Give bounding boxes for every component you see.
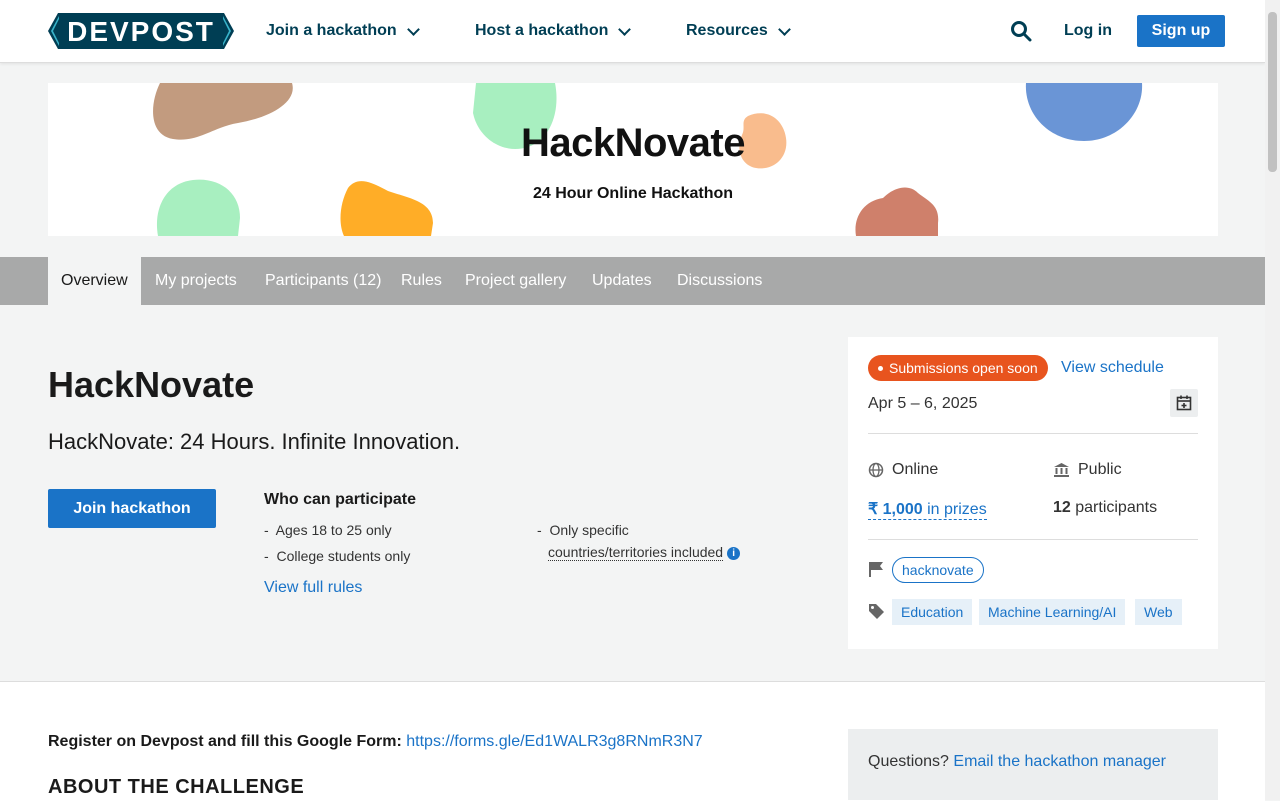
page-title: HackNovate (48, 364, 255, 405)
nav-join-hackathon[interactable]: Join a hackathon (266, 22, 420, 40)
host-tag[interactable]: hacknovate (892, 557, 984, 583)
status-badge: Submissions open soon (868, 355, 1048, 381)
chevron-down-icon (406, 22, 420, 36)
top-nav: DEVPOST Join a hackathon Host a hackatho… (0, 0, 1265, 63)
tab-my-projects[interactable]: My projects (155, 257, 237, 305)
signup-button[interactable]: Sign up (1137, 15, 1225, 47)
eligibility-item: - Only specific (537, 522, 629, 538)
login-link[interactable]: Log in (1064, 22, 1112, 40)
divider (868, 539, 1198, 540)
chevron-down-icon (777, 22, 791, 36)
globe-icon (868, 462, 884, 478)
nav-host-label: Host a hackathon (475, 22, 609, 39)
logo-text: DEVPOST (67, 16, 215, 47)
eligibility-item: - Ages 18 to 25 only (264, 522, 392, 538)
status-dot-icon (878, 365, 883, 371)
hackathon-info-panel: Submissions open soon View schedule Apr … (848, 337, 1218, 649)
banner-subtitle: 24 Hour Online Hackathon (532, 185, 734, 202)
banner-title: HackNovate (520, 121, 746, 165)
tab-updates[interactable]: Updates (592, 257, 652, 305)
scrollbar-thumb[interactable] (1268, 12, 1277, 172)
eligibility-item: - College students only (264, 548, 411, 564)
nav-resources[interactable]: Resources (686, 22, 791, 40)
join-hackathon-button[interactable]: Join hackathon (48, 489, 216, 528)
email-manager-link[interactable]: Email the hackathon manager (953, 753, 1166, 770)
tab-overview[interactable]: Overview (48, 257, 141, 305)
tab-discussions[interactable]: Discussions (677, 257, 762, 305)
questions-text: Questions? Email the hackathon manager (868, 753, 1166, 770)
divider (868, 433, 1198, 434)
eligibility-heading: Who can participate (264, 491, 417, 508)
register-instructions: Register on Devpost and fill this Google… (48, 733, 703, 750)
theme-tag-education[interactable]: Education (892, 599, 973, 625)
participants-info: 12 participants (1053, 499, 1158, 516)
page-scrollbar[interactable] (1265, 0, 1280, 800)
tab-project-gallery[interactable]: Project gallery (465, 257, 566, 305)
hackathon-dates: Apr 5 – 6, 2025 (868, 395, 978, 412)
view-schedule-link[interactable]: View schedule (1061, 359, 1164, 377)
chevron-down-icon (618, 22, 632, 36)
prizes-link[interactable]: ₹ 1,000 in prizes (868, 499, 987, 520)
nav-host-hackathon[interactable]: Host a hackathon (475, 22, 632, 40)
tab-rules[interactable]: Rules (401, 257, 442, 305)
nav-join-label: Join a hackathon (266, 22, 397, 39)
about-heading: ABOUT THE CHALLENGE (48, 776, 305, 798)
nav-resources-label: Resources (686, 22, 768, 39)
flag-icon (869, 562, 883, 577)
tag-icon (869, 604, 884, 619)
google-form-link[interactable]: https://forms.gle/Ed1WALR3g8RNmR3N7 (406, 733, 702, 750)
tab-participants[interactable]: Participants (12) (265, 257, 382, 305)
search-icon[interactable] (1010, 20, 1032, 42)
hackathon-tagline: HackNovate: 24 Hours. Infinite Innovatio… (48, 429, 461, 454)
add-to-calendar-button[interactable] (1170, 389, 1198, 417)
eligibility-countries[interactable]: countries/territories included i (548, 544, 741, 561)
theme-tag-web[interactable]: Web (1135, 599, 1182, 625)
theme-tag-ml-ai[interactable]: Machine Learning/AI (979, 599, 1126, 625)
view-full-rules-link[interactable]: View full rules (264, 579, 362, 597)
hackathon-banner: HackNovate 24 Hour Online Hackathon (48, 83, 1218, 236)
questions-box: Questions? Email the hackathon manager (848, 729, 1218, 800)
calendar-add-icon (1176, 395, 1192, 411)
visibility-info: Public (1053, 461, 1122, 479)
devpost-logo[interactable]: DEVPOST (48, 13, 234, 49)
hackathon-tabs: Overview My projects Participants (12) R… (0, 257, 1265, 305)
location-info: Online (868, 461, 938, 479)
info-icon[interactable]: i (727, 547, 741, 560)
institution-icon (1054, 463, 1069, 477)
